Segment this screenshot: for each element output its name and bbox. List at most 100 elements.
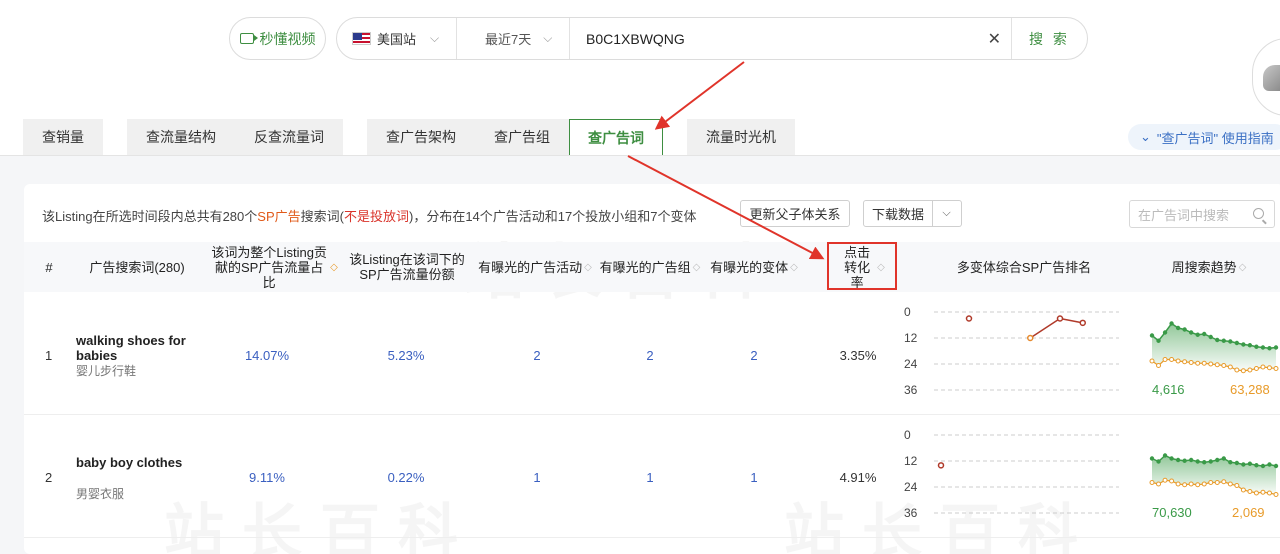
tab-ad-groups[interactable]: 查广告组 bbox=[475, 119, 569, 155]
trend-green-point bbox=[1221, 338, 1226, 343]
rank-tick-label: 12 bbox=[904, 331, 918, 345]
trend-orange-point bbox=[1188, 360, 1194, 365]
trend-orange-point bbox=[1234, 367, 1240, 373]
update-parent-child-button[interactable]: 更新父子体关系 bbox=[740, 200, 850, 227]
trend-orange-point bbox=[1201, 360, 1207, 366]
trend-green-point bbox=[1228, 460, 1233, 465]
trend-orange-point bbox=[1273, 492, 1279, 497]
row-keyword[interactable]: walking shoes for babies bbox=[76, 333, 198, 363]
row-listing-share[interactable]: 5.23% bbox=[366, 348, 446, 363]
trend-orange-point bbox=[1214, 362, 1220, 368]
sort-icon[interactable]: ◇ bbox=[1239, 260, 1247, 275]
row-variants[interactable]: 2 bbox=[714, 348, 794, 363]
trend-orange-point bbox=[1182, 359, 1188, 365]
video-button[interactable]: 秒懂视频 bbox=[229, 17, 326, 60]
col-variants[interactable]: 有曝光的变体 ◇ bbox=[708, 242, 800, 292]
usage-guide-link[interactable]: ⌄ "查广告词" 使用指南 bbox=[1128, 124, 1280, 150]
row-campaigns[interactable]: 2 bbox=[497, 348, 577, 363]
download-dropdown-icon[interactable]: ⌵ bbox=[932, 200, 962, 227]
trend-orange-point bbox=[1208, 480, 1214, 485]
video-label: 秒懂视频 bbox=[259, 30, 316, 47]
col-keyword: 广告搜索词(280) bbox=[89, 259, 185, 275]
row-index: 2 bbox=[45, 470, 53, 485]
trend-orange-point bbox=[1169, 357, 1175, 362]
table-row[interactable]: 1 walking shoes for babies 婴儿步行鞋 14.07% … bbox=[24, 292, 1280, 415]
tab-sales[interactable]: 查销量 bbox=[23, 119, 103, 155]
col-adgroups[interactable]: 有曝光的广告组 ◇ bbox=[596, 242, 704, 292]
trend-left-value: 4,616 bbox=[1152, 382, 1185, 397]
download-button[interactable]: 下载数据 bbox=[863, 200, 933, 227]
search-button[interactable]: 搜 索 bbox=[1012, 29, 1087, 49]
trend-green-point bbox=[1215, 457, 1220, 463]
trend-green-point bbox=[1254, 344, 1259, 349]
rank-tick-label: 0 bbox=[904, 305, 911, 319]
keyword-panel: 站长百科 站长百科 站长百科 该Listing在所选时间段内总共有280个SP广… bbox=[24, 184, 1280, 554]
sort-icon[interactable]: ◇ bbox=[693, 260, 701, 275]
tab-ad-structure[interactable]: 查广告架构 bbox=[367, 119, 475, 155]
table-row[interactable]: 2 baby boy clothes 男婴衣服 9.11% 0.22% 1 1 … bbox=[24, 415, 1280, 538]
row-keyword-cn: 婴儿步行鞋 bbox=[76, 364, 137, 378]
rank-chart: 0 12 24 36 bbox=[904, 428, 1119, 520]
trend-green-point bbox=[1156, 459, 1161, 464]
row-keyword[interactable]: baby boy clothes bbox=[76, 455, 198, 470]
product-thumbnail[interactable] bbox=[1252, 38, 1280, 116]
trend-green-point bbox=[1260, 345, 1266, 350]
trend-orange-point bbox=[1266, 365, 1272, 371]
trend-orange-point bbox=[1208, 361, 1214, 367]
sort-icon[interactable]: ◇ bbox=[584, 260, 592, 275]
trend-green-point bbox=[1254, 463, 1259, 468]
row-campaigns[interactable]: 1 bbox=[497, 470, 577, 485]
query-input[interactable]: B0C1XBWQNG ✕ bbox=[570, 18, 1012, 59]
row-adgroups[interactable]: 2 bbox=[610, 348, 690, 363]
summary-text: 该Listing在所选时间段内总共有280个SP广告搜索词(不是投放词)，分布在… bbox=[42, 206, 696, 225]
trend-orange-point bbox=[1156, 481, 1162, 487]
tab-time-machine[interactable]: 流量时光机 bbox=[687, 119, 795, 155]
row-adgroups[interactable]: 1 bbox=[610, 470, 690, 485]
col-traffic-share[interactable]: 该词为整个Listing贡献的SP广告流量占比 ◇ bbox=[204, 242, 344, 292]
rank-point bbox=[937, 462, 945, 469]
row-traffic-share[interactable]: 9.11% bbox=[227, 470, 307, 485]
clear-icon[interactable]: ✕ bbox=[988, 29, 1001, 49]
col-campaigns[interactable]: 有曝光的广告活动 ◇ bbox=[476, 242, 594, 292]
summary-not-target: 不是投放词 bbox=[343, 209, 409, 224]
guide-label: "查广告词" 使用指南 bbox=[1156, 130, 1274, 146]
sort-icon[interactable]: ◇ bbox=[330, 260, 338, 275]
date-range-select[interactable]: 最近7天 ⌵ bbox=[457, 18, 570, 59]
tab-reverse-keywords[interactable]: 反查流量词 bbox=[235, 119, 343, 155]
row-traffic-share[interactable]: 14.07% bbox=[227, 348, 307, 363]
row-index: 1 bbox=[45, 348, 53, 363]
row-variants[interactable]: 1 bbox=[714, 470, 794, 485]
row-cvr: 3.35% bbox=[839, 348, 877, 363]
trend-green-point bbox=[1175, 457, 1181, 463]
site-label: 美国站 bbox=[377, 32, 417, 47]
trend-green-point bbox=[1182, 458, 1187, 463]
us-flag-icon bbox=[352, 32, 371, 45]
keyword-search-input[interactable]: 在广告词中搜索 bbox=[1129, 200, 1275, 228]
trend-orange-point bbox=[1162, 477, 1168, 483]
trend-orange-point bbox=[1273, 366, 1279, 371]
trend-orange-point bbox=[1260, 364, 1266, 370]
trend-green-point bbox=[1182, 327, 1187, 332]
trend-orange-point bbox=[1253, 366, 1259, 371]
trend-green-point bbox=[1208, 459, 1213, 464]
trend-orange-point bbox=[1240, 368, 1246, 374]
app-root: 秒懂视频 美国站 ⌵ 最近7天 ⌵ B0C1XBWQNG ✕ 搜 索 查销量 查… bbox=[0, 0, 1280, 554]
trend-green-point bbox=[1260, 463, 1266, 469]
rank-tick-label: 36 bbox=[904, 383, 918, 397]
site-select[interactable]: 美国站 ⌵ bbox=[337, 18, 457, 59]
sort-icon[interactable]: ◇ bbox=[790, 260, 798, 275]
trend-green-point bbox=[1208, 334, 1213, 340]
trend-green-point bbox=[1202, 460, 1207, 465]
search-placeholder: 在广告词中搜索 bbox=[1138, 207, 1230, 223]
row-listing-share[interactable]: 0.22% bbox=[366, 470, 446, 485]
col-trend[interactable]: 周搜索趋势 ◇ bbox=[1164, 242, 1254, 292]
trend-right-value: 63,288 bbox=[1230, 382, 1270, 397]
tab-traffic-structure[interactable]: 查流量结构 bbox=[127, 119, 235, 155]
trend-orange-point bbox=[1253, 490, 1259, 496]
tab-ad-keywords[interactable]: 查广告词 bbox=[569, 119, 663, 156]
trend-orange-point bbox=[1260, 489, 1266, 495]
trend-green-point bbox=[1169, 321, 1174, 326]
product-image bbox=[1263, 65, 1280, 91]
trend-orange-point bbox=[1227, 481, 1233, 487]
trend-green-point bbox=[1273, 345, 1279, 350]
